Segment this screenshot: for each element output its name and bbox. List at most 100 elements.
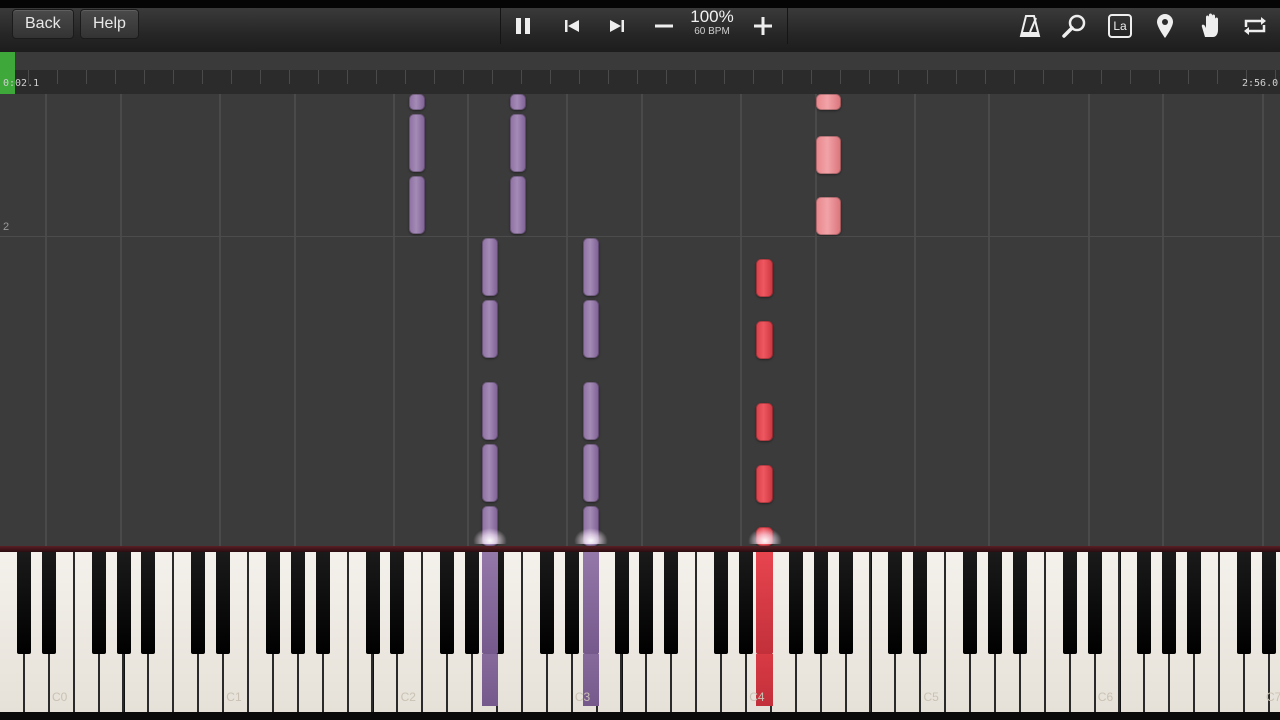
black-key[interactable] (963, 552, 978, 654)
timeline-tick (1188, 70, 1189, 84)
search-icon[interactable] (1056, 8, 1092, 44)
black-key[interactable] (1162, 552, 1177, 654)
black-key[interactable] (365, 552, 380, 654)
black-key[interactable] (216, 552, 231, 654)
black-key[interactable] (1087, 552, 1102, 654)
timeline-tick (811, 70, 812, 84)
timeline-tick (347, 70, 348, 84)
location-pin-icon[interactable] (1147, 8, 1183, 44)
black-key[interactable] (1012, 552, 1027, 654)
pressed-key[interactable] (756, 552, 773, 654)
octave-label: C5 (923, 690, 939, 704)
black-key[interactable] (614, 552, 629, 654)
black-key[interactable] (116, 552, 131, 654)
skip-back-icon[interactable] (554, 8, 590, 44)
back-button[interactable]: Back (12, 9, 74, 39)
black-key[interactable] (191, 552, 206, 654)
timeline-tick (434, 70, 435, 84)
timeline-scrubber[interactable] (0, 52, 1280, 94)
octave-label: C7 (1266, 690, 1280, 704)
timeline-band (0, 52, 1280, 70)
plus-icon (754, 17, 772, 35)
hand-icon[interactable] (1192, 8, 1228, 44)
timeline-tick (231, 70, 232, 84)
help-button[interactable]: Help (80, 9, 139, 39)
minus-icon (655, 24, 673, 28)
black-key[interactable] (41, 552, 56, 654)
black-key[interactable] (290, 552, 305, 654)
timeline-tick (202, 70, 203, 84)
timeline-tick (57, 70, 58, 84)
black-key[interactable] (1261, 552, 1276, 654)
black-key[interactable] (465, 552, 480, 654)
grid-line (566, 94, 568, 546)
grid-line (641, 94, 643, 546)
pressed-key-lower (482, 654, 498, 706)
pressed-key[interactable] (482, 552, 498, 654)
timeline-tick (144, 70, 145, 84)
note-right-hand (816, 197, 841, 235)
loop-icon[interactable] (1237, 8, 1273, 44)
timeline-tick (753, 70, 754, 84)
black-key[interactable] (813, 552, 828, 654)
black-key[interactable] (1137, 552, 1152, 654)
playback-controls: 100% 60 BPM (500, 7, 788, 44)
black-key[interactable] (838, 552, 853, 654)
note-left-hand (409, 94, 425, 110)
timeline-tick (521, 70, 522, 84)
toolbar-right-icons: La (1010, 8, 1280, 44)
grid-line (393, 94, 395, 546)
black-key[interactable] (440, 552, 455, 654)
note-right-hand (756, 465, 773, 503)
black-key[interactable] (539, 552, 554, 654)
timeline-tick (579, 70, 580, 84)
timeline-tick (86, 70, 87, 84)
timeline-tick (550, 70, 551, 84)
octave-label: C2 (400, 690, 416, 704)
metronome-icon[interactable] (1012, 8, 1048, 44)
zoom-out-button[interactable] (646, 8, 682, 44)
note-left-hand (409, 176, 425, 234)
note-right-hand (756, 259, 773, 297)
black-key[interactable] (1187, 552, 1202, 654)
skip-forward-icon[interactable] (599, 8, 635, 44)
black-key[interactable] (639, 552, 654, 654)
zoom-in-button[interactable] (745, 8, 781, 44)
timeline-tick (115, 70, 116, 84)
note-right-hand (756, 403, 773, 441)
label-la-icon[interactable]: La (1102, 8, 1138, 44)
black-key[interactable] (739, 552, 753, 654)
note-left-hand (510, 114, 526, 172)
timeline-tick (985, 70, 986, 84)
black-key[interactable] (988, 552, 1002, 654)
black-key[interactable] (91, 552, 106, 654)
octave-label: C3 (574, 690, 591, 704)
measure-number: 2 (3, 221, 10, 233)
octave-label: C6 (1097, 690, 1114, 704)
black-key[interactable] (1062, 552, 1077, 654)
grid-line (219, 94, 221, 546)
black-key[interactable] (265, 552, 280, 654)
black-key[interactable] (714, 552, 729, 654)
black-key[interactable] (141, 552, 156, 654)
timeline-tick (782, 70, 783, 84)
piano-keyboard[interactable] (0, 546, 1280, 720)
black-key[interactable] (315, 552, 330, 654)
black-key[interactable] (664, 552, 679, 654)
black-key[interactable] (788, 552, 803, 654)
note-left-hand (409, 114, 425, 172)
black-key[interactable] (1237, 552, 1251, 654)
timeline-tick (1043, 70, 1044, 84)
black-key[interactable] (564, 552, 579, 654)
black-key[interactable] (913, 552, 928, 654)
grid-line (988, 94, 990, 546)
black-key[interactable] (16, 552, 31, 654)
pressed-key[interactable] (583, 552, 599, 654)
black-key[interactable] (390, 552, 405, 654)
timeline-tick (1217, 70, 1218, 84)
grid-line (1088, 94, 1090, 546)
timeline-tick (1159, 70, 1160, 84)
pause-icon[interactable] (505, 8, 541, 44)
black-key[interactable] (888, 552, 903, 654)
timeline-tick (956, 70, 957, 84)
